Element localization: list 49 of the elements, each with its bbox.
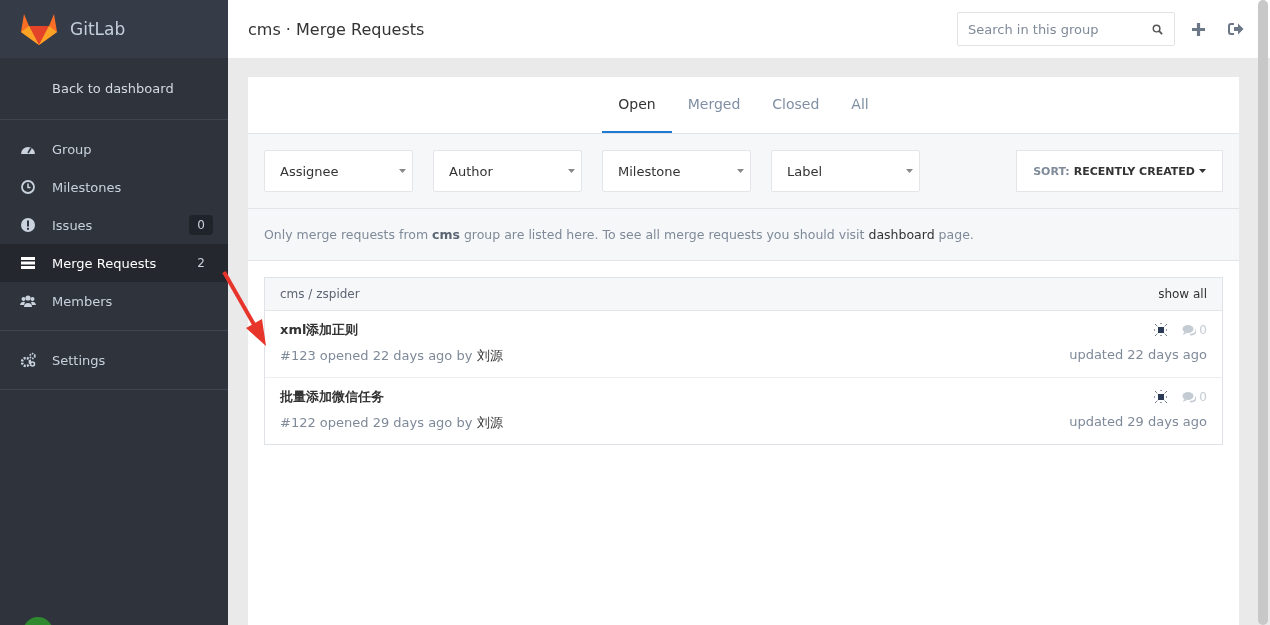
- caret-icon: [568, 169, 575, 173]
- count-badge: 0: [189, 215, 213, 235]
- clock-icon: [20, 179, 36, 195]
- updated-time: updated 22 days ago: [1069, 347, 1207, 362]
- pipeline-status-icon: [1154, 390, 1169, 404]
- filter-dropdown[interactable]: Milestone: [602, 150, 751, 192]
- merge-request-title[interactable]: xml添加正则: [280, 321, 503, 339]
- author-link[interactable]: 刘源: [476, 415, 503, 430]
- comment-count: 0: [1182, 323, 1207, 337]
- comment-count: 0: [1182, 390, 1207, 404]
- merge-request-title[interactable]: 批量添加微信任务: [280, 388, 503, 406]
- comment-icon: [1182, 324, 1197, 336]
- project-name[interactable]: cms / zspider: [280, 287, 360, 301]
- item-count: 2: [196, 255, 206, 272]
- sidebar-item[interactable]: Merge Requests 2: [0, 244, 228, 282]
- merge-request-meta: #123 opened 22 days ago by 刘源: [280, 347, 503, 365]
- merge-request-meta: #122 opened 29 days ago by 刘源: [280, 414, 503, 432]
- caret-icon: [906, 169, 913, 173]
- search-field[interactable]: Search in this group: [957, 12, 1175, 46]
- caret-icon: [1199, 169, 1206, 173]
- filter-dropdown[interactable]: Assignee: [264, 150, 413, 192]
- dashboard-link[interactable]: dashboard: [868, 227, 935, 242]
- plus-icon: [1191, 21, 1206, 37]
- users-icon: [20, 293, 36, 309]
- search-icon: [1152, 24, 1163, 35]
- sidebar-item[interactable]: Settings: [0, 341, 228, 379]
- caret-icon: [399, 169, 406, 173]
- pipeline-status-icon: [1154, 323, 1169, 337]
- filter-dropdown[interactable]: Label: [771, 150, 920, 192]
- updated-time: updated 29 days ago: [1069, 414, 1207, 429]
- gears-icon: [20, 352, 36, 368]
- sidebar-item[interactable]: Milestones: [0, 168, 228, 206]
- back-to-dashboard-link[interactable]: Back to dashboard: [52, 81, 174, 96]
- sidebar-item[interactable]: Issues 0: [0, 206, 228, 244]
- filter-dropdown[interactable]: Author: [433, 150, 582, 192]
- sidebar-item[interactable]: Members: [0, 282, 228, 320]
- caret-icon: [737, 169, 744, 173]
- fox-logo-icon: [20, 12, 58, 46]
- sidebar-item[interactable]: Group: [0, 130, 228, 168]
- show-all-link[interactable]: show all: [1158, 287, 1207, 301]
- comment-icon: [1182, 391, 1197, 403]
- exclamation-icon: [20, 217, 36, 233]
- sign-out-icon: [1228, 22, 1244, 36]
- sort-dropdown[interactable]: SORT: RECENTLY CREATED: [1016, 150, 1223, 192]
- notice-text: Only merge requests from cms group are listed here. To see all merge requests you should visit dashboard page.: [264, 226, 975, 244]
- page-title: cms · Merge Requests: [248, 19, 425, 39]
- author-link[interactable]: 刘源: [476, 348, 503, 363]
- list-icon: [20, 255, 36, 271]
- brand-name[interactable]: GitLab: [70, 19, 126, 39]
